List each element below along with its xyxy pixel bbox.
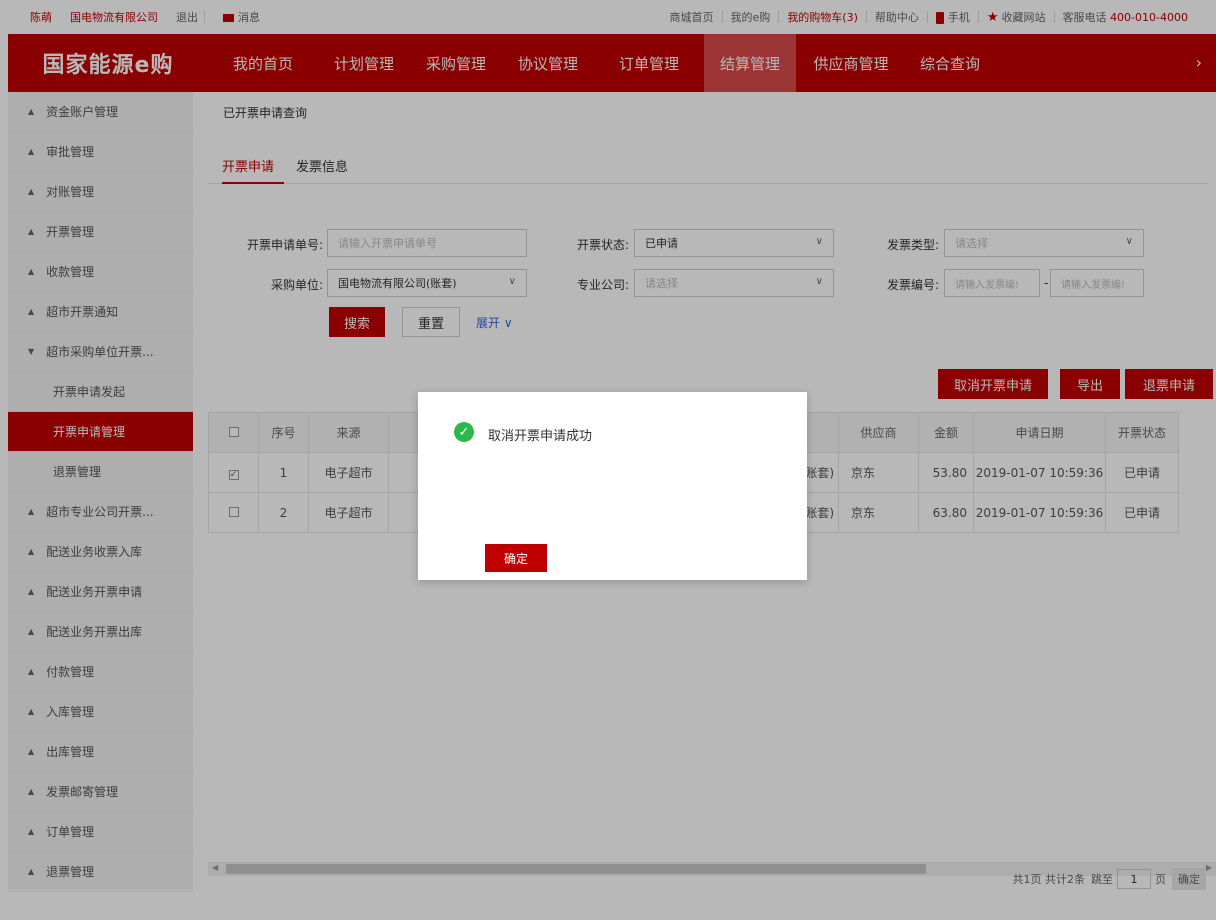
dialog-message: 取消开票申请成功 [488,429,593,444]
success-check-icon: ✓ [454,422,474,442]
dialog-confirm-button[interactable]: 确定 [485,544,547,572]
success-dialog: ✓ 取消开票申请成功 确定 [418,392,807,580]
